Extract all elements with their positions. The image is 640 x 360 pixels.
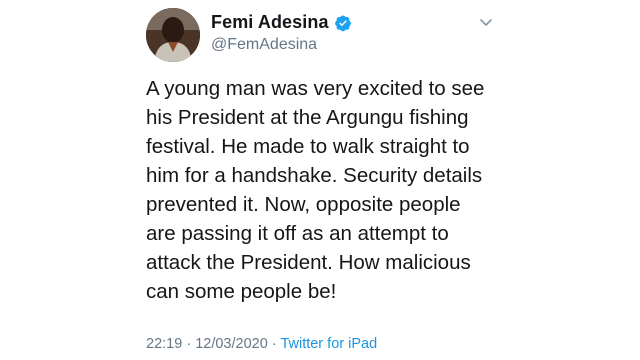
tweet-date[interactable]: 12/03/2020 xyxy=(195,336,268,352)
avatar[interactable] xyxy=(146,8,200,62)
meta-separator: · xyxy=(271,336,277,352)
chevron-down-icon[interactable] xyxy=(478,14,494,30)
display-name[interactable]: Femi Adesina xyxy=(211,12,329,33)
author-handle[interactable]: @FemAdesina xyxy=(211,36,317,54)
tweet-metadata: 22:19 · 12/03/2020 · Twitter for iPad xyxy=(146,336,377,352)
tweet-text: A young man was very excited to see his … xyxy=(146,77,485,303)
verified-badge-icon xyxy=(334,14,352,32)
author-name-row[interactable]: Femi Adesina xyxy=(211,12,352,33)
avatar-photo-icon xyxy=(146,8,200,62)
tweet-source-link[interactable]: Twitter for iPad xyxy=(280,336,377,352)
meta-separator: · xyxy=(186,336,192,352)
tweet-time[interactable]: 22:19 xyxy=(146,336,182,352)
tweet-card: Femi Adesina @FemAdesina A young man was… xyxy=(0,0,640,360)
